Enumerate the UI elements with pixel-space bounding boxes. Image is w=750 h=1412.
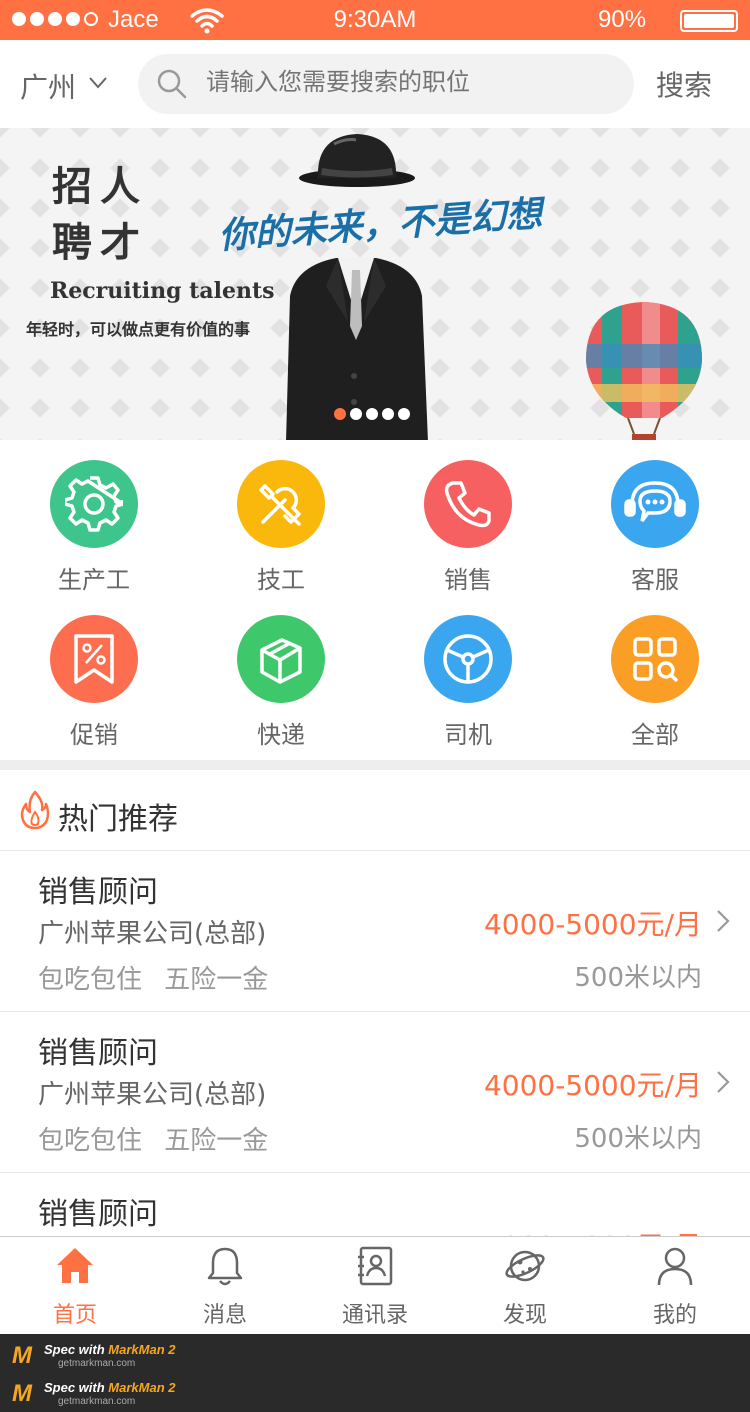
- tab-contacts[interactable]: 通讯录: [300, 1237, 450, 1335]
- job-salary: 4000-5000元/月: [483, 1069, 702, 1102]
- category-label: 快递: [257, 721, 305, 749]
- category-sales[interactable]: 销售: [378, 460, 558, 610]
- battery-percent: 90%: [598, 6, 647, 33]
- category-promotion[interactable]: 促销: [4, 615, 184, 765]
- tab-label: 发现: [502, 1303, 547, 1328]
- hot-air-balloon-illustration: [586, 302, 702, 440]
- search-icon: [157, 69, 187, 99]
- user-icon: [657, 1247, 693, 1286]
- bell-icon: [207, 1247, 243, 1286]
- home-icon: [57, 1248, 93, 1283]
- chevron-right-icon: [717, 910, 730, 932]
- tab-discover[interactable]: 发现: [450, 1237, 600, 1335]
- job-distance: 500米以内: [574, 963, 702, 993]
- battery-icon: [680, 10, 738, 32]
- section-divider: [0, 760, 750, 770]
- category-label: 促销: [70, 721, 118, 749]
- fire-icon: [20, 790, 50, 830]
- pager-dot[interactable]: [398, 408, 410, 420]
- search-header: 广州 搜索: [0, 40, 750, 128]
- bowler-hat-illustration: [299, 134, 415, 187]
- job-company: 广州苹果公司(总部): [38, 919, 267, 949]
- tab-messages[interactable]: 消息: [150, 1237, 300, 1335]
- chevron-down-icon[interactable]: [88, 76, 108, 90]
- job-salary: 4000-5000元/月: [483, 908, 702, 941]
- tab-label: 首页: [52, 1303, 97, 1328]
- category-technician[interactable]: 技工: [191, 460, 371, 610]
- job-benefits: 包吃包住 五险一金: [38, 965, 269, 995]
- job-title: 销售顾问: [38, 1197, 158, 1232]
- category-courier[interactable]: 快递: [191, 615, 371, 765]
- phone-icon: [424, 460, 512, 548]
- contacts-book-icon: [358, 1246, 393, 1286]
- steering-wheel-icon: [424, 615, 512, 703]
- banner-slogan: 你的未来，不是幻想: [217, 193, 544, 258]
- category-driver[interactable]: 司机: [378, 615, 558, 765]
- pager-dot-active[interactable]: [334, 408, 346, 420]
- job-distance: 500米以内: [574, 1124, 702, 1154]
- tab-label: 通讯录: [341, 1303, 408, 1328]
- pager-dot[interactable]: [382, 408, 394, 420]
- bottom-tab-bar: 首页 消息 通讯录 发现 我的: [0, 1236, 750, 1334]
- gear-icon: [50, 460, 138, 548]
- category-customer-service[interactable]: 客服: [565, 460, 745, 610]
- job-list-item[interactable]: 销售顾问 广州苹果公司(总部) 包吃包住 五险一金 4000-5000元/月 5…: [0, 850, 750, 1011]
- search-input[interactable]: [206, 68, 606, 96]
- tab-home[interactable]: 首页: [0, 1237, 150, 1335]
- banner-title-line1: 招人: [52, 163, 148, 210]
- banner-carousel[interactable]: 招人 聘才 Recruiting talents 年轻时，可以做点更有价值的事 …: [0, 128, 750, 440]
- hot-section-title: 热门推荐: [58, 802, 178, 837]
- package-box-icon: [237, 615, 325, 703]
- search-bar[interactable]: [138, 54, 634, 114]
- percent-tag-icon: [50, 615, 138, 703]
- status-bar: Jace 9:30AM 90%: [0, 0, 750, 40]
- markman-logo-icon: M: [12, 1380, 32, 1407]
- pager-dot[interactable]: [350, 408, 362, 420]
- category-label: 全部: [631, 721, 679, 749]
- chevron-right-icon: [717, 1071, 730, 1093]
- wrench-screwdriver-icon: [237, 460, 325, 548]
- banner-english-title: Recruiting talents: [50, 278, 275, 304]
- category-all[interactable]: 全部: [565, 615, 745, 765]
- job-list-item[interactable]: 销售顾问 广州苹果公司(总部) 包吃包住 五险一金 4000-5000元/月 5…: [0, 1011, 750, 1172]
- search-button[interactable]: 搜索: [656, 64, 712, 104]
- category-label: 技工: [257, 566, 305, 594]
- headset-chat-icon: [611, 460, 699, 548]
- tab-profile[interactable]: 我的: [600, 1237, 750, 1335]
- job-title: 销售顾问: [38, 875, 158, 910]
- category-label: 生产工: [58, 566, 130, 594]
- banner-subtitle: 年轻时，可以做点更有价值的事: [26, 320, 251, 339]
- tab-label: 我的: [652, 1303, 697, 1328]
- tab-label: 消息: [202, 1303, 247, 1328]
- category-label: 销售: [444, 566, 492, 594]
- job-company: 广州苹果公司(总部): [38, 1080, 267, 1110]
- grid-search-icon: [611, 615, 699, 703]
- job-title: 销售顾问: [38, 1036, 158, 1071]
- pager-dot[interactable]: [366, 408, 378, 420]
- job-benefits: 包吃包住 五险一金: [38, 1126, 269, 1156]
- markman-logo-icon: M: [12, 1342, 32, 1369]
- category-label: 司机: [444, 721, 492, 749]
- city-selector[interactable]: 广州: [20, 66, 76, 106]
- planet-icon: [505, 1250, 545, 1282]
- category-production-worker[interactable]: 生产工: [4, 460, 184, 610]
- markman-watermark: M Spec with MarkMan 2 getmarkman.com M S…: [0, 1334, 750, 1412]
- banner-title-line2: 聘才: [52, 219, 148, 266]
- category-label: 客服: [631, 566, 679, 594]
- carousel-pager[interactable]: [334, 408, 410, 420]
